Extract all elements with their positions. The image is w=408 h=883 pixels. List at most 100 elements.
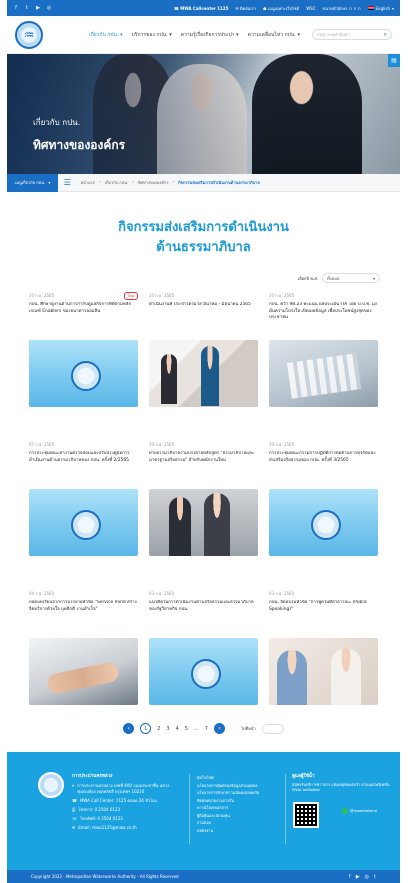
card-date: 03 ก.ย. 2565: [269, 591, 295, 596]
footer-links: ผังเว็บไซต์ นโยบายการคุ้มครองข้อมูลส่วนบ…: [197, 774, 277, 834]
year-select-value: ทั้งหมด: [327, 275, 340, 281]
card-image[interactable]: [29, 638, 138, 705]
card-image[interactable]: [29, 340, 138, 407]
search-placeholder: กรุณาระบุคำค้นหา: [317, 32, 350, 37]
nav-item-news[interactable]: ความเคลื่อนไหว กปน. ▾: [248, 31, 300, 39]
font-size-small[interactable]: ก: [349, 5, 351, 12]
nav-item-about[interactable]: เกี่ยวกับ กปน. ▾: [89, 31, 123, 39]
page-2[interactable]: 2: [157, 726, 160, 732]
hero-banner: เกี่ยวกับ กปน. ทิศทางขององค์กร ▤: [7, 54, 400, 174]
footer-social: f ▶ ◎ t: [349, 874, 376, 880]
footer-email[interactable]: Email: mwa1125@mwa.co.th: [78, 825, 136, 831]
footer-link[interactable]: นโยบายการรักษาความมั่นคงปลอดภัย: [197, 789, 277, 797]
nav-item-services[interactable]: บริการของ กปน. ▾: [132, 31, 172, 39]
footer-org-name: การประปานครหลวง: [72, 774, 113, 779]
social-links: f t ▶ ◎: [13, 5, 52, 11]
card-image[interactable]: [269, 638, 378, 705]
page-7[interactable]: 7: [205, 726, 208, 732]
card-title[interactable]: ถอดบทเรียนจากการบรรยายหัวข้อ "Service mi…: [29, 600, 138, 638]
card-title[interactable]: การประชุมคณะทำงานตรวจสอบและปรับปรุงคู่มื…: [29, 451, 138, 489]
language-label: English: [375, 5, 390, 11]
footer-link[interactable]: ผังเว็บไซต์: [197, 774, 277, 782]
activity-card[interactable]: 10 ก.ย. 2565 ดำเนินงานที่ ประจำไตรมาส มี…: [149, 291, 258, 407]
breadcrumb-separator: ›: [99, 179, 101, 184]
side-menu-tab[interactable]: ▤: [388, 54, 400, 67]
breadcrumb-direction[interactable]: ทิศทางขององค์กร: [138, 179, 169, 186]
search-input[interactable]: กรุณาระบุคำค้นหา ⌕: [312, 29, 392, 40]
copyright-text: Copyright 2022 - Metropolitan Waterworks…: [31, 874, 180, 879]
page-5[interactable]: 5: [185, 726, 188, 732]
line-link[interactable]: @mwathailand: [342, 808, 377, 814]
about-menu-button[interactable]: เมนูเกี่ยวกับ กปน. ▾: [7, 173, 59, 192]
footer-link[interactable]: ถามตอบ: [197, 819, 277, 827]
footer-link[interactable]: นโยบายการคุ้มครองข้อมูลส่วนบุคคล: [197, 782, 277, 790]
font-size-large[interactable]: ก: [358, 5, 360, 12]
card-image[interactable]: [149, 638, 258, 705]
breadcrumb-about[interactable]: เกี่ยวกับ กปน.: [105, 179, 129, 186]
activity-card[interactable]: 20 ก.ย. 2565 ใหม่ กปน. ศึกษาดูงานด้านการก…: [29, 291, 138, 407]
card-title[interactable]: กปน. คว้า 98.23 คะแนน ผลประเมิน ITA โดย …: [269, 302, 378, 340]
card-title[interactable]: การประชุมคณะกรรมการปฏิบัติการต่อต้านการท…: [269, 451, 378, 489]
activity-card[interactable]: 10 ก.ย. 2565 การประชุมคณะกรรมการปฏิบัติก…: [269, 440, 378, 556]
activity-card[interactable]: 03 ก.ย. 2565 แนวคิดในการดำเนินงานด้านจริ…: [149, 589, 258, 705]
card-title[interactable]: ฝ่ายธรรมาภิบาลร่วมบรรยายหลักสูตร "ธรรมาภ…: [149, 451, 258, 489]
instagram-icon[interactable]: ◎: [46, 5, 52, 11]
card-title[interactable]: กปน. ศึกษาดูงานด้านการกำกับดูแลกิจการที่…: [29, 302, 138, 340]
goto-page-input[interactable]: [261, 723, 284, 734]
search-icon[interactable]: ⌕: [384, 31, 387, 39]
phone-icon: ☎: [72, 798, 77, 803]
language-switch[interactable]: English ▾: [367, 5, 394, 11]
uk-flag-icon: [367, 6, 374, 10]
page-3[interactable]: 3: [166, 726, 169, 732]
next-page-button[interactable]: ›: [213, 723, 225, 734]
activity-card[interactable]: 03 ก.ย. 2565 กปน. จัดอบรมหัวข้อ "การพูดใ…: [269, 589, 378, 705]
twitter-icon[interactable]: t: [374, 874, 376, 880]
footer-link[interactable]: ติดต่อหน่วยงานภายใน: [197, 797, 277, 805]
facebook-icon[interactable]: f: [13, 5, 19, 11]
prev-page-button[interactable]: ‹: [123, 723, 135, 734]
footer-link[interactable]: สมัครงาน: [197, 827, 277, 835]
footer-link[interactable]: ผู้ถือหุ้นและนักลงทุน: [197, 812, 277, 820]
mail-icon: ✉: [72, 825, 76, 830]
activity-card[interactable]: 04 ก.ย. 2565 ถอดบทเรียนจากการบรรยายหัวข้…: [29, 589, 138, 705]
page-title-line-1: กิจกรรมส่งเสริมการดำเนินงาน: [118, 220, 289, 235]
nav-item-knowledge[interactable]: ความรู้เรื่องกิจการประปา ▾: [181, 31, 239, 39]
breadcrumb-separator: ›: [132, 179, 134, 184]
font-size-medium[interactable]: ก: [354, 5, 356, 12]
page-1[interactable]: 1: [140, 723, 152, 734]
card-image[interactable]: [29, 489, 138, 556]
copyright-bar: Copyright 2022 - Metropolitan Waterworks…: [7, 870, 400, 883]
activity-card[interactable]: 07 ก.ย. 2565 การประชุมคณะทำงานตรวจสอบและ…: [29, 440, 138, 556]
menu-link[interactable]: ☗ เมนูเฉพาะเว็บไซต์: [263, 5, 299, 12]
breadcrumb-bar: เมนูเกี่ยวกับ กปน. ▾ ☰ หน้าแรก › เกี่ยวกั…: [7, 173, 400, 192]
phone-icon: ☎: [173, 5, 179, 11]
card-title[interactable]: ดำเนินงานที่ ประจำไตรมาส มีนาคม - มิถุนา…: [149, 302, 258, 340]
callcenter-label: MWA Callcenter: [180, 5, 216, 11]
card-date: 03 ก.ย. 2565: [149, 591, 175, 596]
twitter-icon[interactable]: t: [24, 5, 30, 11]
year-filter: เลือกปี พ.ศ. ทั้งหมด ▾: [7, 273, 380, 283]
footer-link[interactable]: ดาวน์โหลดเอกสาร: [197, 804, 277, 812]
youtube-icon[interactable]: ▶: [356, 874, 360, 880]
instagram-icon[interactable]: ◎: [365, 874, 369, 880]
activity-card[interactable]: 10 ก.ย. 2565 ฝ่ายธรรมาภิบาลร่วมบรรยายหลั…: [149, 440, 258, 556]
card-image[interactable]: [149, 489, 258, 556]
card-row: 07 ก.ย. 2565 การประชุมคณะทำงานตรวจสอบและ…: [29, 440, 378, 556]
facebook-icon[interactable]: f: [349, 874, 351, 880]
wsc-link[interactable]: WSC: [306, 6, 315, 11]
youtube-icon[interactable]: ▶: [35, 5, 41, 11]
card-title[interactable]: กปน. จัดอบรมหัวข้อ "การพูดในที่สาธารณะ (…: [269, 600, 378, 638]
card-image[interactable]: [269, 340, 378, 407]
card-row: 04 ก.ย. 2565 ถอดบทเรียนจากการบรรยายหัวข้…: [29, 589, 378, 705]
mwa-logo[interactable]: ♒: [15, 20, 43, 49]
card-image[interactable]: [269, 489, 378, 556]
hamburger-icon[interactable]: ☰: [58, 174, 76, 192]
card-image[interactable]: [149, 340, 258, 407]
breadcrumb-home[interactable]: หน้าแรก: [80, 179, 95, 186]
activity-card[interactable]: 20 ก.ย. 2565 กปน. คว้า 98.23 คะแนน ผลประ…: [269, 291, 378, 407]
callcenter-link[interactable]: ☎ MWA Callcenter 1125: [174, 6, 229, 11]
year-select[interactable]: ทั้งหมด ▾: [322, 273, 380, 283]
contact-link[interactable]: ✉ ติดต่อเรา: [235, 5, 256, 12]
card-title[interactable]: แนวคิดในการดำเนินงานด้านจริยธรรมและธรรมา…: [149, 600, 258, 638]
page-4[interactable]: 4: [176, 726, 179, 732]
